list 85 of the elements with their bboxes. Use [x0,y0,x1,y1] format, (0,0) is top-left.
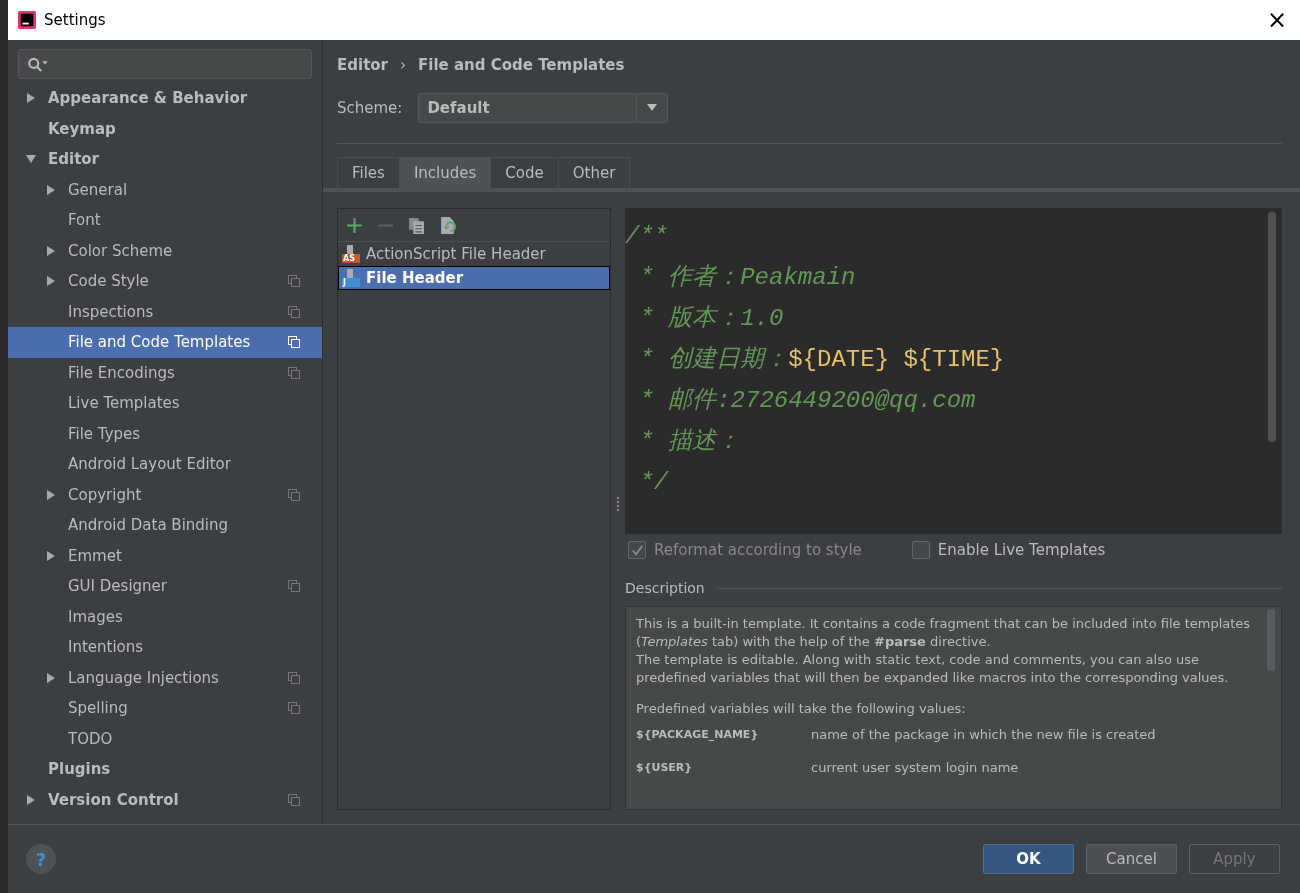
description-text: Predefined variables will take the following values: [636,700,967,718]
tab[interactable]: Other [557,157,631,188]
tree-item[interactable]: Android Layout Editor [8,449,322,480]
tree-item[interactable]: General [8,174,322,205]
tree-item[interactable]: Editor [8,144,322,175]
tree-item[interactable]: GUI Designer [8,571,322,602]
expand-arrow-icon[interactable] [46,550,56,561]
add-icon[interactable] [346,216,363,234]
splitter-grip-icon[interactable] [616,496,620,512]
expand-arrow-icon[interactable] [46,276,56,287]
code-line: * 描述： [638,427,742,457]
copy-icon [288,366,300,379]
dialog-button[interactable]: Cancel [1086,844,1177,874]
description-text: The template is editable. Along with static text, code and comments, you can also use predefined variables that will then be expanded like macros into the corresponding values. [636,651,1230,687]
search-field[interactable] [18,49,312,79]
tree-item[interactable]: Images [8,601,322,632]
checkbox[interactable] [911,541,930,559]
copy-icon [288,488,300,501]
template-item[interactable]: AS ActionScript File Header [338,242,610,266]
variable-name: ${PACKAGE_NAME} [636,726,760,743]
breadcrumb-item: File and Code Templates [418,56,625,74]
copy-icon[interactable] [408,216,425,234]
tree-item[interactable]: Android Data Binding [8,510,322,541]
template-item[interactable]: J File Header [338,266,610,290]
checkbox-label: Enable Live Templates [937,541,1106,559]
expand-arrow-icon[interactable] [46,489,56,500]
tree-item[interactable]: Appearance & Behavior [8,83,322,114]
copy-icon [288,793,300,806]
tree-item[interactable]: Intentions [8,632,322,663]
expand-arrow-icon[interactable] [46,184,56,195]
scheme-dropdown[interactable]: Default [418,93,669,123]
window-title: Settings [44,11,106,29]
tree-item[interactable]: File Types [8,418,322,449]
file-type-label: J [343,278,346,287]
file-type-label: AS [343,254,355,263]
expand-arrow-icon[interactable] [46,245,56,256]
tree-item[interactable]: Copyright [8,479,322,510]
breadcrumb-separator: › [400,56,406,74]
tree-item[interactable]: TODO [8,723,322,754]
expand-arrow-icon[interactable] [26,794,36,805]
tree-item[interactable]: File and Code Templates [8,327,322,358]
tree-item[interactable]: Version Control [8,784,322,815]
expand-arrow-icon[interactable] [46,672,56,683]
tree-item[interactable]: Emmet [8,540,322,571]
copy-icon [288,336,300,349]
tree-item[interactable]: File Encodings [8,357,322,388]
copy-icon [288,580,300,593]
code-line: * 版本：1.0 [638,304,785,334]
variable-name: ${USER} [636,759,694,776]
copy-icon [288,275,300,288]
tree-item[interactable]: Language Injections [8,662,322,693]
scheme-label: Scheme: [337,99,403,117]
section-title: Description [625,580,705,596]
code-editor[interactable]: /** * 作者：Peakmain * 版本：1.0 * 创建日期：${DATE} ${TIME} * 邮件:2726449200@qq.com * 描述： */ [625,208,1282,534]
close-button[interactable]: × [1254,0,1300,40]
tab[interactable]: Files [337,157,400,188]
code-line: */ [638,468,670,498]
tree-item[interactable]: Keymap [8,113,322,144]
app-logo-icon [18,11,36,29]
copy-icon [288,671,300,684]
code-line: * 作者：Peakmain [638,263,857,293]
tree-item[interactable]: Color Scheme [8,235,322,266]
tree-item[interactable]: Inspections [8,296,322,327]
code-line: * 邮件:2726449200@qq.com [638,386,977,416]
reset-icon[interactable] [439,216,456,234]
code-line: /** [625,222,670,252]
expand-arrow-icon[interactable] [26,93,36,104]
tree-item[interactable]: Plugins [8,754,322,785]
scrollbar[interactable] [1268,212,1276,442]
variable-description: current user system login name [811,758,1019,777]
tab[interactable]: Includes [398,157,492,188]
checkbox-label: Reformat according to style [654,541,862,559]
tree-item[interactable]: Font [8,205,322,236]
copy-icon [288,702,300,715]
search-icon [27,56,49,72]
tree-item[interactable]: Live Templates [8,388,322,419]
variable-description: name of the package in which the new file is created [811,725,1156,744]
collapse-arrow-icon[interactable] [26,154,36,165]
copy-icon [288,305,300,318]
dialog-button[interactable]: OK [983,844,1074,874]
description-text: This is a built-in template. It contains a code fragment that can be included into file templates (Templates tab) with the help of the #parse directive. [636,615,1251,651]
tree-item[interactable]: Code Style [8,266,322,297]
breadcrumb-item[interactable]: Editor [337,56,388,74]
tree-item[interactable]: Spelling [8,693,322,724]
code-line: * 创建日期：${DATE} ${TIME} [638,345,1006,375]
